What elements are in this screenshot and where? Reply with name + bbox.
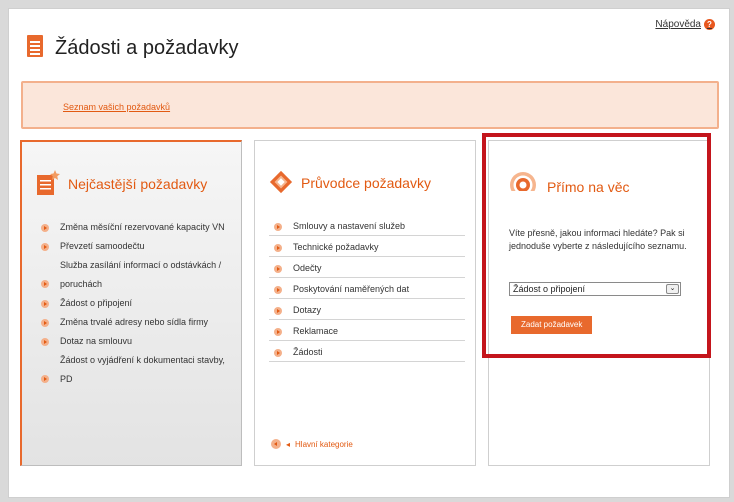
list-item[interactable]: Odečty	[269, 259, 465, 278]
guide-list: Smlouvy a nastavení služeb Technické pož…	[269, 217, 465, 364]
list-item[interactable]: Poskytování naměřených dat	[269, 280, 465, 299]
list-item[interactable]: Žádost o připojení	[36, 294, 227, 313]
arrow-bullet-icon	[41, 280, 49, 288]
list-item[interactable]: Žádost o vyjádření k dokumentaci stavby,…	[36, 351, 227, 389]
list-item[interactable]: Změna měsíční rezervované kapacity VN	[36, 218, 227, 237]
arrow-bullet-icon	[274, 223, 282, 231]
main-category-label: Hlavní kategorie	[295, 439, 353, 449]
arrow-bullet-icon	[274, 328, 282, 336]
list-item[interactable]: Technické požadavky	[269, 238, 465, 257]
list-item[interactable]: Dotaz na smlouvu	[36, 332, 227, 351]
list-item[interactable]: Změna trvalé adresy nebo sídla firmy	[36, 313, 227, 332]
arrow-bullet-icon	[41, 224, 49, 232]
arrow-bullet-icon	[274, 265, 282, 273]
help-icon: ?	[704, 19, 715, 30]
main-category-link[interactable]: ◂ Hlavní kategorie	[271, 439, 353, 449]
arrow-bullet-icon	[274, 286, 282, 294]
list-item[interactable]: Žádosti	[269, 343, 465, 362]
my-requests-link[interactable]: Seznam vašich požadavků	[63, 102, 170, 112]
list-item[interactable]: Převzetí samoodečtu	[36, 237, 227, 256]
frequent-heading: Nejčastější požadavky	[68, 176, 208, 192]
page-title: Žádosti a požadavky	[55, 37, 239, 59]
guide-heading: Průvodce požadavky	[301, 175, 431, 191]
compass-diamond-icon	[269, 170, 293, 194]
back-arrow-small-icon: ◂	[286, 439, 291, 449]
list-item[interactable]: Smlouvy a nastavení služeb	[269, 217, 465, 236]
requests-banner: Seznam vašich požadavků	[21, 81, 719, 129]
arrow-bullet-icon	[274, 349, 282, 357]
list-item[interactable]: Dotazy	[269, 301, 465, 320]
highlight-frame	[482, 133, 711, 358]
arrow-bullet-icon	[41, 319, 49, 327]
arrow-bullet-icon	[41, 243, 49, 251]
list-item[interactable]: Reklamace	[269, 322, 465, 341]
arrow-bullet-icon	[274, 244, 282, 252]
list-item[interactable]: Služba zasílání informací o odstávkách /…	[36, 256, 227, 294]
arrow-bullet-icon	[41, 338, 49, 346]
arrow-bullet-icon	[41, 300, 49, 308]
list-document-icon	[27, 35, 43, 57]
help-link[interactable]: Nápověda ?	[655, 19, 715, 30]
arrow-bullet-icon	[41, 375, 49, 383]
guide-panel: Průvodce požadavky Smlouvy a nastavení s…	[254, 140, 476, 466]
frequent-requests-panel: Nejčastější požadavky Změna měsíční reze…	[20, 140, 242, 466]
help-link-label: Nápověda	[655, 19, 701, 30]
frequent-list: Změna měsíční rezervované kapacity VN Př…	[36, 218, 227, 389]
back-arrow-icon	[271, 439, 281, 449]
arrow-bullet-icon	[274, 307, 282, 315]
frequent-list-icon	[37, 170, 60, 195]
